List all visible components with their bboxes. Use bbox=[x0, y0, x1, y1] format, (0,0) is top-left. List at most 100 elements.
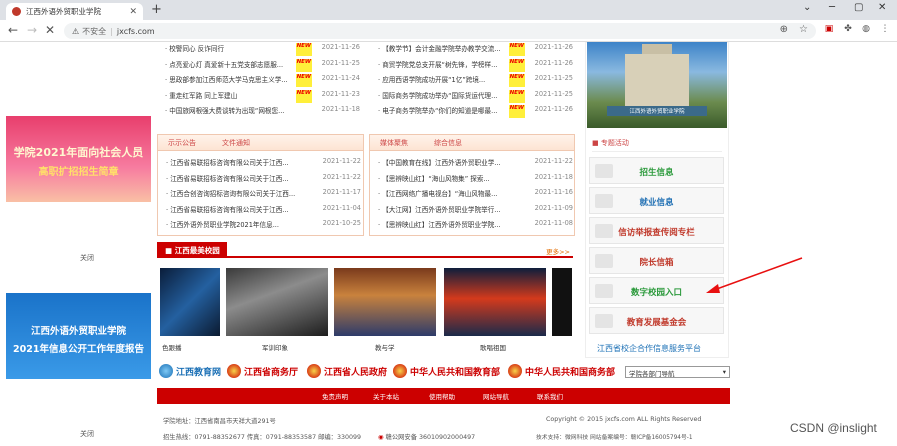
news-item[interactable]: · 思政部参加江西师范大学马克思主义学... NEW 2021-11-24 bbox=[165, 74, 360, 87]
news-title: · 应用西语学院成功开展“1亿”跨境... bbox=[378, 76, 486, 84]
stop-icon[interactable]: ✕ bbox=[45, 23, 55, 37]
news-title: · 电子商务学院举办“你们的知道是哪最... bbox=[378, 107, 498, 115]
campus-photo[interactable] bbox=[334, 268, 436, 336]
bookmark-star-icon[interactable]: ☆ bbox=[799, 24, 808, 35]
button-label: 信访举报查传阅专栏 bbox=[618, 228, 695, 238]
news-item[interactable]: · 江西外语外贸职业学院2021年信息... 2021-10-25 bbox=[166, 219, 361, 232]
news-title: · 江西合创咨询招标咨询有限公司关于江西... bbox=[166, 190, 296, 198]
news-title: · 【思辨映山红】江西外语外贸职业学院... bbox=[378, 221, 501, 229]
photo-caption[interactable]: 歌唱祖国 bbox=[480, 342, 506, 352]
news-title: · 思政部参加江西师范大学马克思主义学... bbox=[165, 76, 288, 84]
url-field[interactable]: ⚠ 不安全 | jxcfs.com ⊕ ☆ bbox=[64, 23, 816, 39]
enrollment-ad-banner[interactable]: 学院2021年面向社会人员 高职扩招招生简章 bbox=[6, 116, 151, 202]
news-item[interactable]: · 点亮爱心灯 真爱新十五党支部志愿服... NEW 2021-11-25 bbox=[165, 58, 360, 72]
campus-photo[interactable] bbox=[226, 268, 328, 336]
news-title: · 【江西网络广播电视台】“海山风物最... bbox=[378, 190, 498, 198]
back-icon[interactable]: ← bbox=[8, 23, 18, 37]
admission-info-button[interactable]: 招生信息 bbox=[589, 157, 724, 184]
news-item[interactable]: · 江西省易联招标咨询有限公司关于江西... 2021-11-22 bbox=[166, 173, 361, 186]
photo-caption[interactable]: 军训印象 bbox=[262, 342, 288, 352]
logo-link[interactable]: 江西教育网 bbox=[159, 364, 221, 378]
warning-icon[interactable]: ⚠ bbox=[72, 27, 79, 36]
maximize-icon[interactable]: ▢ bbox=[854, 2, 863, 13]
news-item[interactable]: · 【思辨映山红】江西外语外贸职业学院... 2021-11-08 bbox=[378, 219, 573, 232]
campus-section-title: ■ 江西最美校园 bbox=[157, 242, 227, 258]
tab-media[interactable]: 媒体聚焦 bbox=[380, 138, 408, 148]
profile-icon[interactable]: ◍ bbox=[860, 24, 872, 36]
employment-info-button[interactable]: 就业信息 bbox=[589, 187, 724, 214]
ad-subtitle: 2021年信息公开工作年度报告 bbox=[13, 344, 144, 355]
close-ad-link[interactable]: 关闭 bbox=[80, 429, 94, 439]
more-link[interactable]: 更多>> bbox=[546, 246, 570, 256]
news-item[interactable]: · 【思辨映山红】“海山风物集” 探索... 2021-11-18 bbox=[378, 173, 573, 186]
news-item[interactable]: · 江西省易联招标咨询有限公司关于江西... 2021-11-04 bbox=[166, 204, 361, 217]
footer-link[interactable]: 使用帮助 bbox=[429, 391, 455, 401]
news-item[interactable]: · 校警同心 反诈同行 NEW 2021-11-26 bbox=[165, 43, 360, 56]
report-ad-banner[interactable]: 江西外语外贸职业学院 2021年信息公开工作年度报告 bbox=[6, 293, 151, 379]
education-fund-button[interactable]: 教育发展基金会 bbox=[589, 307, 724, 334]
tab-documents[interactable]: 文件通知 bbox=[222, 138, 250, 148]
news-date: 2021-11-22 bbox=[322, 157, 361, 165]
new-tab-icon[interactable]: + bbox=[151, 2, 162, 17]
browser-tab[interactable]: 江西外语外贸职业学院 ✕ bbox=[6, 3, 143, 20]
footer-police[interactable]: ◉ 赣公网安备 36010902000497 bbox=[378, 432, 475, 441]
photo-caption[interactable]: 教与学 bbox=[375, 342, 395, 352]
complaint-column-button[interactable]: 信访举报查传阅专栏 bbox=[589, 217, 724, 244]
ad-title: 江西外语外贸职业学院 bbox=[30, 326, 126, 337]
footer-link[interactable]: 联系我们 bbox=[537, 391, 563, 401]
news-date: 2021-11-26 bbox=[534, 58, 573, 67]
zoom-icon[interactable]: ⊕ bbox=[780, 24, 788, 35]
news-item[interactable]: · 国际商务学院成功举办“国际货运代理... NEW 2021-11-25 bbox=[378, 89, 573, 103]
tab-notice[interactable]: 示示公告 bbox=[168, 138, 196, 148]
news-date: 2021-11-22 bbox=[322, 172, 361, 181]
logo-link[interactable]: 中华人民共和国教育部 bbox=[393, 364, 500, 378]
new-badge: NEW bbox=[295, 89, 312, 103]
tab-search-icon[interactable]: ⌄ bbox=[803, 2, 811, 13]
close-tab-icon[interactable]: ✕ bbox=[129, 7, 137, 17]
news-item[interactable]: · 江西省易联招标咨询有限公司关于江西... 2021-11-22 bbox=[166, 157, 361, 170]
close-ad-link[interactable]: 关闭 bbox=[80, 253, 94, 263]
news-item[interactable]: · 【中国教育在线】江西外语外贸职业学... 2021-11-22 bbox=[378, 157, 573, 170]
news-title: · 国际商务学院成功举办“国际货运代理... bbox=[378, 91, 498, 100]
news-item[interactable]: · 江西合创咨询招标咨询有限公司关于江西... 2021-11-17 bbox=[166, 188, 361, 201]
news-item[interactable]: · 【教学节】会计金融学院举办教学交流... NEW 2021-11-26 bbox=[378, 43, 573, 56]
news-item[interactable]: · 商贸学院党总支开展“树先锋，学榜样... NEW 2021-11-26 bbox=[378, 58, 573, 72]
address-bar: ← → ✕ ⚠ 不安全 | jxcfs.com ⊕ ☆ ▣ ✤ ◍ ⋮ bbox=[0, 20, 897, 42]
news-item[interactable]: · 【大江网】江西外语外贸职业学院举行... 2021-11-09 bbox=[378, 204, 573, 217]
news-item[interactable]: · 应用西语学院成功开展“1亿”跨境... NEW 2021-11-25 bbox=[378, 74, 573, 87]
logo-link[interactable]: 江西省商务厅 bbox=[227, 364, 298, 378]
campus-photo[interactable] bbox=[444, 268, 546, 336]
campus-photo[interactable] bbox=[552, 268, 572, 336]
news-list-right: · 【教学节】会计金融学院举办教学交流... NEW 2021-11-26 · 商贸学… bbox=[370, 42, 580, 122]
news-list-left: · 校警同心 反诈同行 NEW 2021-11-26 · 点亮爱心灯 真爱新十五党支部… bbox=[157, 42, 367, 122]
extension-icon[interactable]: ▣ bbox=[823, 24, 835, 36]
news-date: 2021-11-04 bbox=[322, 203, 361, 212]
puzzle-extensions-icon[interactable]: ✤ bbox=[842, 24, 854, 36]
window-close-icon[interactable]: ✕ bbox=[878, 2, 886, 13]
campus-photo[interactable] bbox=[160, 268, 220, 336]
tab-general-info[interactable]: 综合信息 bbox=[434, 138, 462, 148]
footer-link[interactable]: 关于本站 bbox=[373, 391, 399, 401]
new-badge: NEW bbox=[508, 58, 525, 72]
url-text: jxcfs.com bbox=[116, 26, 155, 36]
news-date: 2021-10-25 bbox=[322, 219, 361, 227]
gov-platform-link[interactable]: 江西省校企合作信息服务平台 bbox=[597, 343, 722, 355]
footer-link[interactable]: 免责声明 bbox=[322, 391, 348, 401]
minimize-icon[interactable]: ─ bbox=[829, 2, 835, 13]
photo-caption[interactable]: 色跟播 bbox=[162, 342, 182, 352]
forward-icon[interactable]: → bbox=[27, 23, 37, 37]
news-item[interactable]: · 重走红军路 同上军建山 NEW 2021-11-23 bbox=[165, 89, 360, 103]
security-label: 不安全 bbox=[82, 26, 107, 36]
news-item[interactable]: · 【江西网络广播电视台】“海山风物最... 2021-11-16 bbox=[378, 188, 573, 201]
footer-copyright: Copyright © 2015 jxcfs.com ALL Rights Re… bbox=[546, 416, 702, 423]
news-item[interactable]: · 电子商务学院举办“你们的知道是哪最... NEW 2021-11-26 bbox=[378, 105, 573, 118]
department-nav-select[interactable]: 学院各部门导航 ▾ bbox=[625, 366, 730, 378]
news-item[interactable]: · 中国旅网根强大费谈转为出现“网根您... 2021-11-18 bbox=[165, 105, 360, 118]
menu-icon[interactable]: ⋮ bbox=[879, 24, 891, 36]
campus-section-header: ■ 江西最美校园 更多>> bbox=[157, 242, 573, 258]
footer-link[interactable]: 网站导航 bbox=[483, 391, 509, 401]
news-title: · 江西省易联招标咨询有限公司关于江西... bbox=[166, 174, 289, 183]
new-badge: NEW bbox=[508, 43, 525, 56]
logo-link[interactable]: 江西省人民政府 bbox=[307, 364, 387, 378]
logo-link[interactable]: 中华人民共和国商务部 bbox=[508, 364, 615, 378]
